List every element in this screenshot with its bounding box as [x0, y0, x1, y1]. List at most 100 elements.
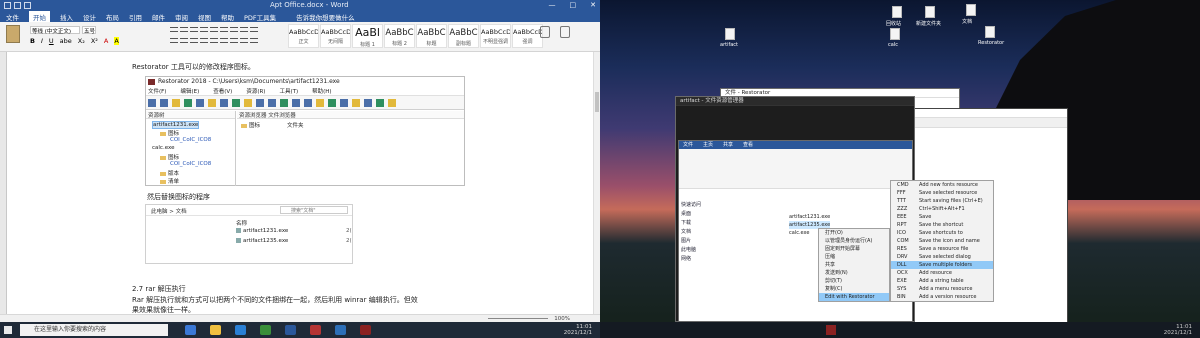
- maximize-button[interactable]: □: [570, 1, 577, 9]
- undo-icon[interactable]: [14, 2, 21, 9]
- submenu-item[interactable]: RES Save a resource file: [891, 245, 993, 253]
- menu-item[interactable]: 剪切(T): [819, 277, 889, 285]
- menu-item[interactable]: 复制(C): [819, 285, 889, 293]
- share-icon[interactable]: [560, 26, 570, 38]
- file-explorer-icon[interactable]: [210, 325, 221, 335]
- superscript-button[interactable]: X²: [91, 37, 98, 45]
- document-page[interactable]: Restorator 工具可以的修改程序图标。 Restorator 2018 …: [7, 52, 593, 314]
- nav-item[interactable]: 此电脑: [681, 246, 721, 255]
- style-title[interactable]: AaBbC 标题: [416, 24, 447, 48]
- shading-icon[interactable]: [230, 38, 238, 43]
- italic-button[interactable]: I: [41, 37, 43, 45]
- submenu-item[interactable]: TTT Start saving files (Ctrl+E): [891, 197, 993, 205]
- paste-icon[interactable]: [6, 25, 20, 43]
- nav-item[interactable]: 网络: [681, 255, 721, 264]
- show-marks-icon[interactable]: [240, 27, 248, 32]
- submenu-item[interactable]: RPT Save the shortcut: [891, 221, 993, 229]
- char-border-icon[interactable]: [250, 27, 258, 32]
- tab-file[interactable]: 文件: [6, 12, 19, 22]
- menu-item[interactable]: 固定到开始屏幕: [819, 245, 889, 253]
- tab-share[interactable]: 共享: [723, 141, 733, 149]
- decrease-indent-icon[interactable]: [200, 27, 208, 32]
- nav-item[interactable]: 快速访问: [681, 201, 721, 210]
- submenu-item[interactable]: DRV Save selected dialog: [891, 253, 993, 261]
- strikethrough-button[interactable]: abe: [60, 37, 72, 45]
- style-normal[interactable]: AaBbCcDd正文: [288, 24, 319, 48]
- tell-me-search[interactable]: 告诉我你想要做什么: [296, 12, 355, 22]
- vertical-scrollbar[interactable]: [593, 52, 600, 314]
- font-name-select[interactable]: 等线 (中文正文): [30, 26, 80, 35]
- subscript-button[interactable]: X₂: [78, 37, 85, 45]
- start-icon[interactable]: [4, 326, 12, 334]
- style-no-spacing[interactable]: AaBbCcDd无间隔: [320, 24, 351, 48]
- menu-item[interactable]: 以管理员身份运行(A): [819, 237, 889, 245]
- menu-item[interactable]: 压缩: [819, 253, 889, 261]
- style-subtitle[interactable]: AaBbC 副标题: [448, 24, 479, 48]
- minimize-button[interactable]: —: [549, 1, 556, 9]
- align-right-icon[interactable]: [190, 38, 198, 43]
- store-icon[interactable]: [260, 325, 271, 335]
- submenu-item[interactable]: COM Save the icon and name: [891, 237, 993, 245]
- desktop-icon[interactable]: [890, 28, 900, 40]
- submenu-item[interactable]: EXE Add a string table: [891, 277, 993, 285]
- submenu-item[interactable]: BIN Add a version resource: [891, 293, 993, 301]
- font-size-select[interactable]: 五号: [82, 26, 96, 35]
- style-subtle-emphasis[interactable]: AaBbCcDd不明显强调: [480, 24, 511, 48]
- file-row[interactable]: artifact1231.exe: [789, 213, 830, 221]
- highlight-button[interactable]: A: [114, 37, 119, 45]
- font-color-button[interactable]: A: [104, 37, 108, 45]
- tab-file[interactable]: 文件: [683, 141, 693, 149]
- desktop-icon[interactable]: [985, 26, 995, 38]
- submenu-item[interactable]: ZZZ Ctrl+Shift+Alt+F1: [891, 205, 993, 213]
- menu-item-edit-with-restorator[interactable]: Edit with Restorator: [819, 293, 889, 301]
- tab-layout[interactable]: 布局: [106, 12, 119, 22]
- desktop-icon[interactable]: [925, 6, 935, 18]
- nav-item[interactable]: 图片: [681, 237, 721, 246]
- submenu-item[interactable]: OCX Add resource: [891, 269, 993, 277]
- tab-references[interactable]: 引用: [129, 12, 142, 22]
- app-icon[interactable]: [335, 325, 346, 335]
- justify-icon[interactable]: [200, 38, 208, 43]
- sort-icon[interactable]: [230, 27, 238, 32]
- menu-item[interactable]: 共享: [819, 261, 889, 269]
- menu-item[interactable]: 发送到(N): [819, 269, 889, 277]
- word-icon[interactable]: [285, 325, 296, 335]
- system-clock[interactable]: 11:01 2021/12/1: [1164, 324, 1192, 336]
- style-heading-1[interactable]: AaBl 标题 1: [352, 24, 383, 48]
- nav-item[interactable]: 下载: [681, 219, 721, 228]
- menu-item[interactable]: 打开(O): [819, 229, 889, 237]
- style-heading-2[interactable]: AaBbC 标题 2: [384, 24, 415, 48]
- style-emphasis[interactable]: AaBbCcDd强调: [512, 24, 543, 48]
- zoom-slider[interactable]: [488, 318, 548, 319]
- find-icon[interactable]: [540, 26, 550, 38]
- line-spacing-icon[interactable]: [220, 38, 228, 43]
- task-view-icon[interactable]: [185, 325, 196, 335]
- close-button[interactable]: ✕: [590, 1, 596, 9]
- chinese-layout-icon[interactable]: [220, 27, 228, 32]
- align-center-icon[interactable]: [180, 38, 188, 43]
- nav-item[interactable]: 桌面: [681, 210, 721, 219]
- numbering-icon[interactable]: [180, 27, 188, 32]
- tab-design[interactable]: 设计: [83, 12, 96, 22]
- distribute-icon[interactable]: [210, 38, 218, 43]
- tab-view[interactable]: 查看: [743, 141, 753, 149]
- tab-pdf[interactable]: PDF工具集: [244, 12, 276, 22]
- para-more-icon[interactable]: [250, 38, 258, 43]
- underline-button[interactable]: U: [49, 37, 54, 45]
- system-clock[interactable]: 11:01 2021/12/1: [564, 324, 592, 336]
- app-icon[interactable]: [310, 325, 321, 335]
- desktop-icon[interactable]: [966, 4, 976, 16]
- submenu-item[interactable]: SYS Add a menu resource: [891, 285, 993, 293]
- desktop-icon[interactable]: [725, 28, 735, 40]
- save-icon[interactable]: [4, 2, 11, 9]
- taskbar-search[interactable]: 在这里输入你要搜索的内容: [20, 324, 168, 336]
- align-left-icon[interactable]: [170, 38, 178, 43]
- multilevel-icon[interactable]: [190, 27, 198, 32]
- nav-item[interactable]: 文档: [681, 228, 721, 237]
- tab-review[interactable]: 审阅: [175, 12, 188, 22]
- redo-icon[interactable]: [24, 2, 31, 9]
- submenu-item-selected[interactable]: DLL Save multiple folders: [891, 261, 993, 269]
- borders-icon[interactable]: [240, 38, 248, 43]
- tab-view[interactable]: 视图: [198, 12, 211, 22]
- bullets-icon[interactable]: [170, 27, 178, 32]
